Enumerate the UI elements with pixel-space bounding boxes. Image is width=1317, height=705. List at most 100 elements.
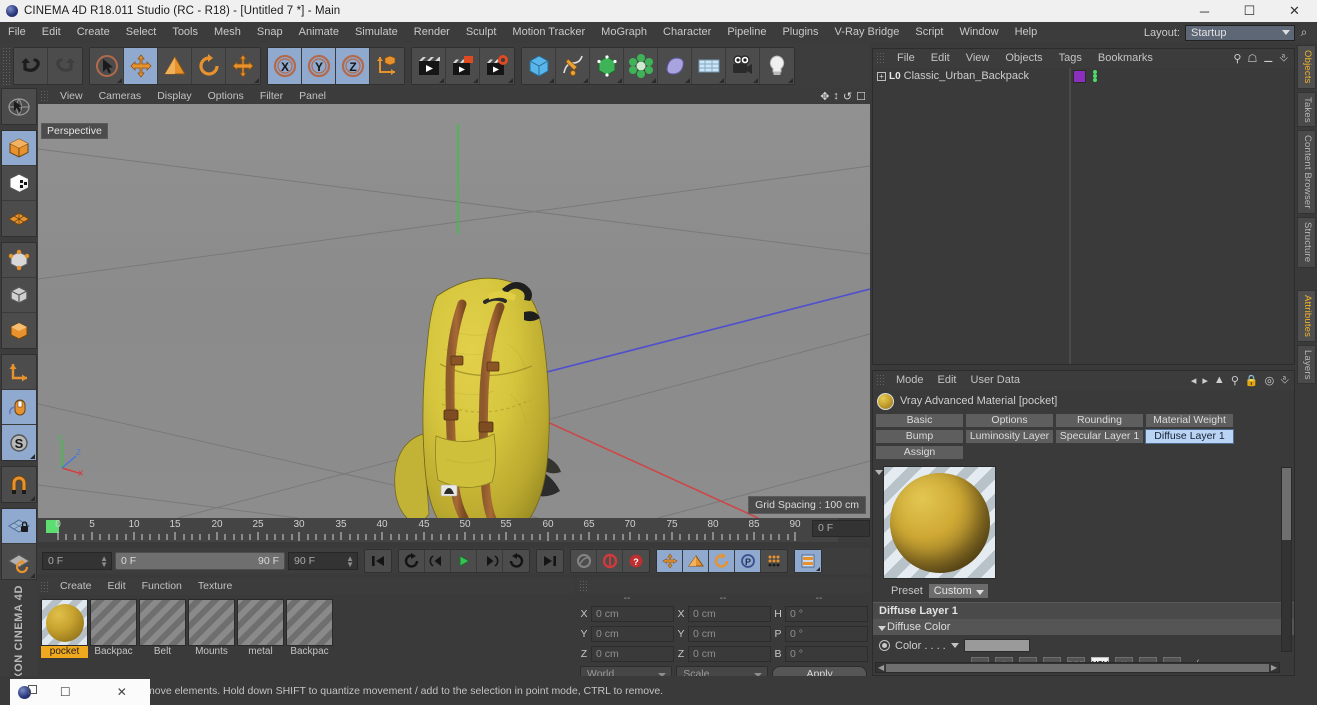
spinner-icon[interactable]: ▲ ▼ [346, 555, 354, 569]
chevron-down-icon[interactable] [950, 643, 959, 648]
tab-diffuse-layer-1[interactable]: Diffuse Layer 1 [1145, 429, 1234, 444]
viewport-menu-options[interactable]: Options [200, 88, 252, 104]
material-item-backpack2[interactable]: Backpac [286, 599, 333, 658]
menu-mesh[interactable]: Mesh [206, 22, 249, 43]
material-item-belt[interactable]: Belt [139, 599, 186, 658]
object-tree-column[interactable]: + L0 Classic_Urban_Backpack [873, 68, 1070, 364]
viewport-menu-cameras[interactable]: Cameras [91, 88, 150, 104]
navigate-back-icon[interactable]: ◂ [1191, 374, 1197, 387]
layout-icon[interactable]: ⎀ [1279, 52, 1288, 65]
material-thumbnail[interactable] [188, 599, 235, 646]
tab-options[interactable]: Options [965, 413, 1054, 428]
move-alt-tool-button[interactable] [226, 47, 260, 84]
timeline-track[interactable]: 0 5 10 15 20 25 30 35 40 45 50 55 60 65 … [38, 518, 838, 542]
target-icon[interactable]: ◎ [1265, 374, 1275, 387]
key-scale-button[interactable] [683, 550, 709, 572]
attribute-menu-mode[interactable]: Mode [889, 371, 931, 390]
overlay-close-button[interactable]: ✕ [94, 685, 151, 699]
layout-dropdown[interactable]: Startup [1185, 24, 1295, 41]
menu-plugins[interactable]: Plugins [774, 22, 826, 43]
subsection-diffuse-color[interactable]: Diffuse Color [873, 619, 1294, 635]
viewport-menu-display[interactable]: Display [149, 88, 199, 104]
render-view-button[interactable] [412, 47, 446, 84]
add-light-button[interactable] [760, 47, 794, 84]
minimize-button[interactable]: ─ [1182, 0, 1227, 22]
attribute-menu-user-data[interactable]: User Data [964, 371, 1028, 390]
coord-input-rot-p[interactable]: 0 ° [785, 626, 868, 642]
add-camera-button[interactable] [726, 47, 760, 84]
color-radio-button[interactable] [879, 640, 890, 651]
redo-button[interactable] [48, 47, 82, 84]
enable-axis-icon[interactable] [2, 390, 36, 425]
coord-input-pos-x[interactable]: 0 cm [591, 606, 674, 622]
step-back-button[interactable] [425, 550, 451, 572]
search-icon[interactable]: ⚲ [1233, 52, 1241, 65]
object-menu-grip[interactable] [876, 52, 885, 65]
open-timeline-button[interactable] [795, 550, 821, 572]
material-menu-create[interactable]: Create [52, 578, 100, 595]
record-keyframe-button[interactable] [597, 550, 623, 572]
pan-view-icon[interactable]: ✥ [820, 90, 829, 103]
expand-triangle-icon[interactable] [878, 626, 886, 631]
coord-input-rot-h[interactable]: 0 ° [785, 606, 868, 622]
object-menu-bookmarks[interactable]: Bookmarks [1090, 49, 1161, 68]
add-scene-object-button[interactable] [692, 47, 726, 84]
menu-tools[interactable]: Tools [164, 22, 206, 43]
coord-input-size-z[interactable]: 0 cm [688, 646, 771, 662]
home-icon[interactable]: ☖ [1247, 52, 1257, 65]
dolly-view-icon[interactable]: ↕ [833, 90, 839, 103]
tab-specular-layer-1[interactable]: Specular Layer 1 [1055, 429, 1144, 444]
texture-mode-icon[interactable] [2, 166, 36, 201]
material-menu-function[interactable]: Function [134, 578, 190, 595]
material-thumbnail[interactable] [237, 599, 284, 646]
key-position-button[interactable] [657, 550, 683, 572]
coord-input-pos-z[interactable]: 0 cm [591, 646, 674, 662]
expand-icon[interactable]: + [877, 71, 886, 81]
menu-mograph[interactable]: MoGraph [593, 22, 655, 43]
viewport-canvas[interactable]: Perspective Grid Spacing : 100 cm Y Z X [38, 104, 870, 518]
vray-tag-icon[interactable] [1073, 69, 1086, 83]
attribute-menu-grip[interactable] [876, 374, 885, 387]
go-to-start-button[interactable] [365, 550, 391, 572]
viewport-menu-panel[interactable]: Panel [291, 88, 334, 104]
lock-z-axis-button[interactable]: Z [336, 47, 370, 84]
rotate-tool-button[interactable] [192, 47, 226, 84]
render-to-picture-viewer-button[interactable] [446, 47, 480, 84]
preset-dropdown[interactable]: Custom [927, 583, 989, 599]
add-spline-button[interactable] [556, 47, 590, 84]
preview-range-bar[interactable]: 0 F 90 F [115, 552, 285, 570]
rotate-view-icon[interactable]: ↺ [843, 90, 852, 103]
overlay-maximize-button[interactable]: ☐ [37, 685, 94, 699]
material-item-pocket[interactable]: pocket [41, 599, 88, 658]
tab-attributes[interactable]: Attributes [1297, 289, 1316, 342]
object-menu-view[interactable]: View [958, 49, 998, 68]
coord-input-size-x[interactable]: 0 cm [688, 606, 771, 622]
collapse-triangle-icon[interactable] [875, 470, 883, 475]
object-name[interactable]: Classic_Urban_Backpack [904, 70, 1029, 82]
key-rotation-button[interactable] [709, 550, 735, 572]
material-thumbnail[interactable] [286, 599, 333, 646]
scale-tool-button[interactable] [158, 47, 192, 84]
tab-assign[interactable]: Assign [875, 445, 964, 460]
coord-input-pos-y[interactable]: 0 cm [591, 626, 674, 642]
menu-render[interactable]: Render [406, 22, 458, 43]
pin-up-icon[interactable]: ▲ [1214, 374, 1225, 387]
menu-window[interactable]: Window [951, 22, 1006, 43]
tab-structure[interactable]: Structure [1297, 217, 1316, 268]
loop-reverse-button[interactable] [503, 550, 529, 572]
tab-bump[interactable]: Bump [875, 429, 964, 444]
object-menu-objects[interactable]: Objects [997, 49, 1050, 68]
attribute-horizontal-scrollbar[interactable]: ◀ ▶ [875, 662, 1280, 673]
scrollbar-thumb[interactable] [1282, 468, 1291, 540]
magnet-icon[interactable] [2, 467, 36, 502]
material-thumbnail[interactable] [139, 599, 186, 646]
spinner-icon[interactable]: ▲ ▼ [100, 555, 108, 569]
material-item-backpack1[interactable]: Backpac [90, 599, 137, 658]
material-menu-edit[interactable]: Edit [100, 578, 134, 595]
add-field-button[interactable] [658, 47, 692, 84]
live-selection-icon[interactable] [2, 89, 36, 124]
go-to-end-button[interactable] [537, 550, 563, 572]
restore-icon[interactable] [28, 685, 37, 694]
loop-button[interactable] [399, 550, 425, 572]
render-settings-button[interactable] [480, 47, 514, 84]
